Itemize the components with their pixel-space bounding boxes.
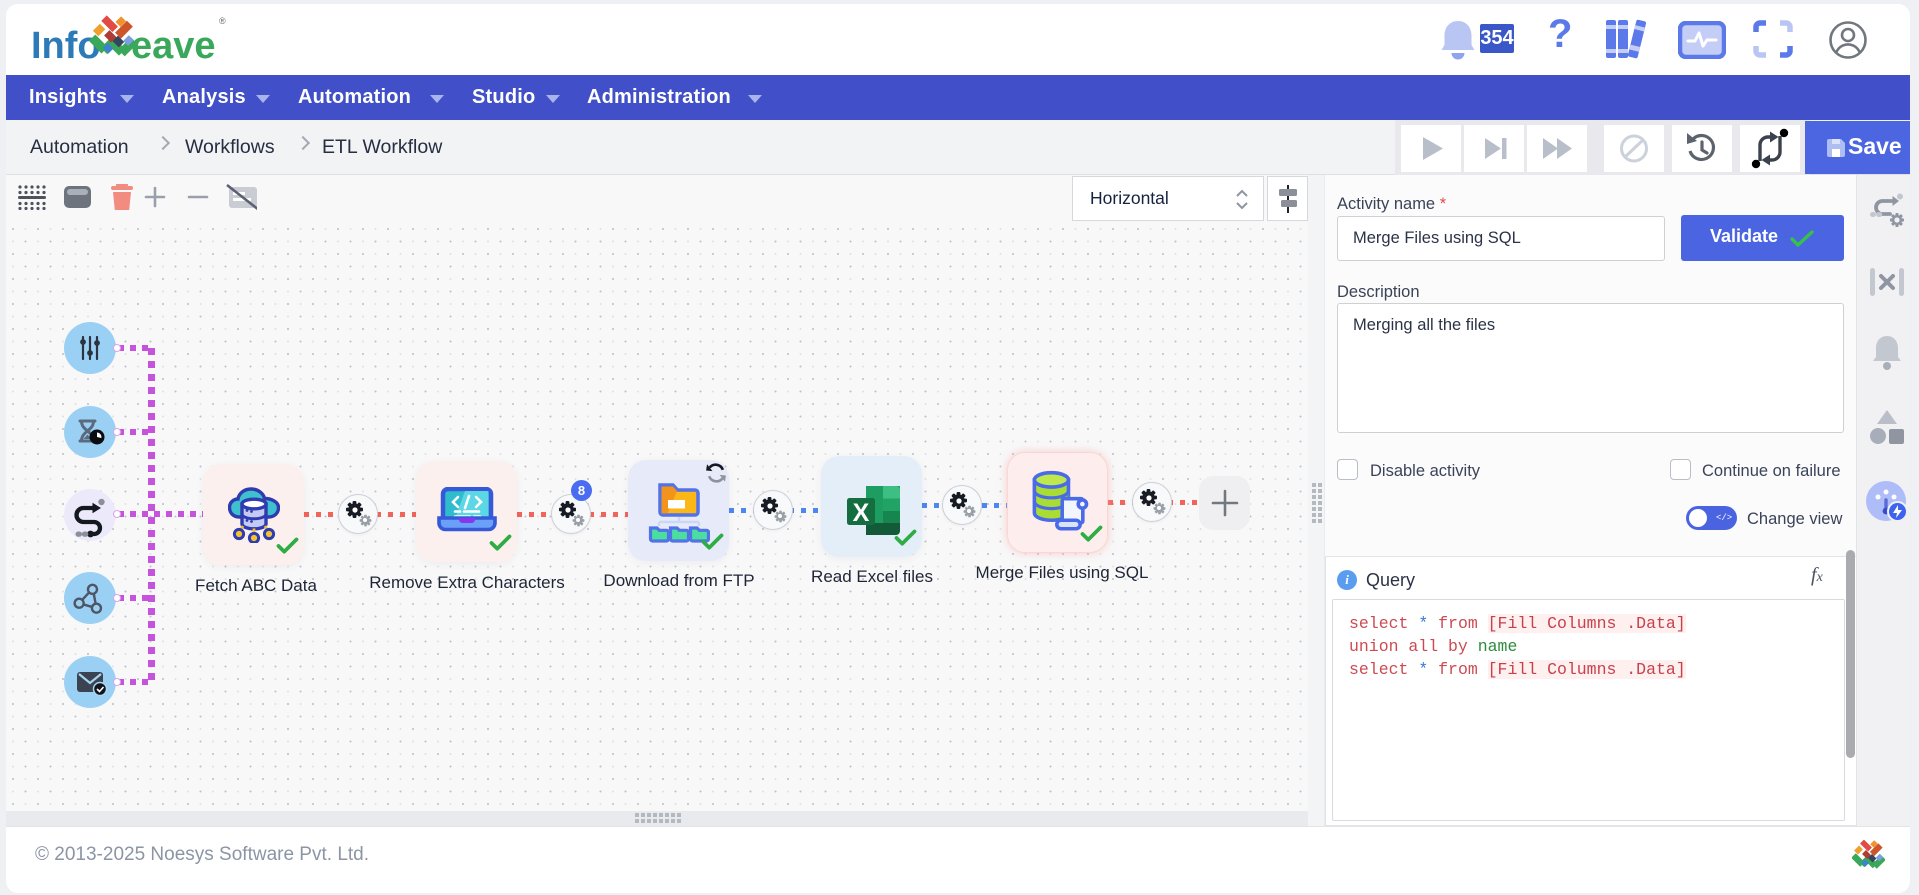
svg-text:®: ® (219, 16, 226, 26)
svg-text:eave: eave (131, 25, 216, 67)
svg-text:Info: Info (31, 25, 101, 67)
svg-text:X: X (853, 499, 870, 527)
